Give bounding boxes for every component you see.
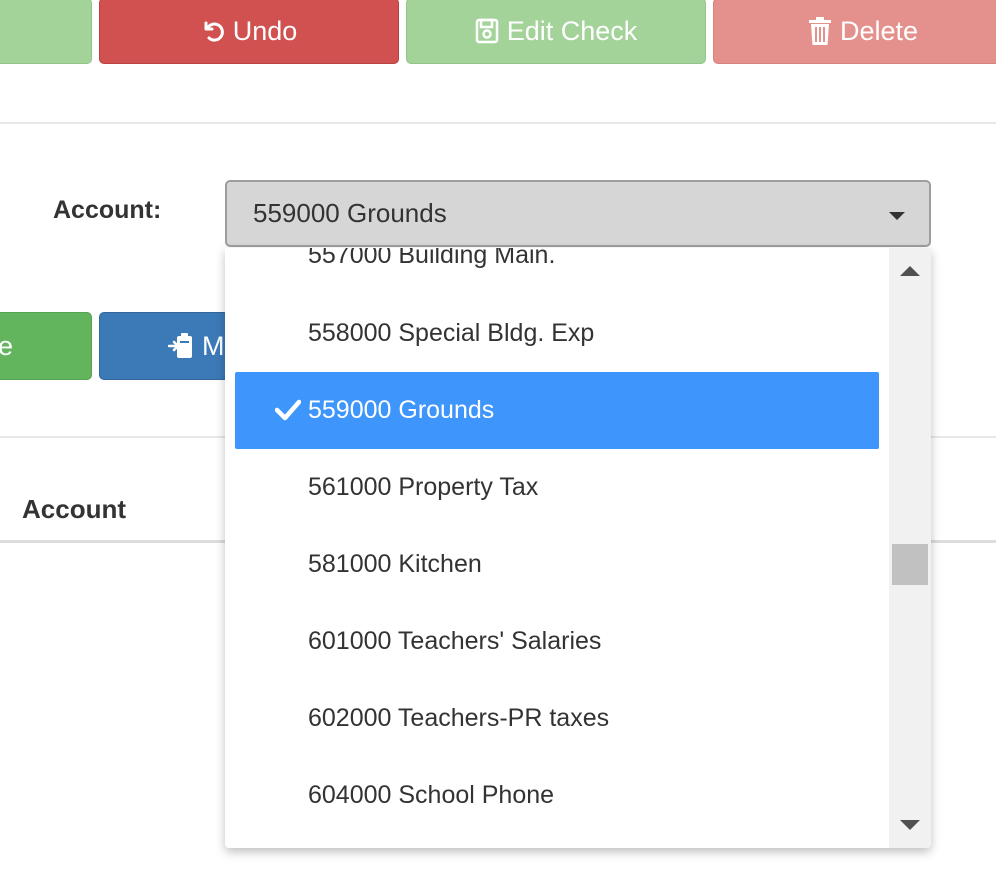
edit-check-button[interactable]: Edit Check bbox=[406, 0, 706, 64]
option-label: 558000 Special Bldg. Exp bbox=[308, 319, 595, 347]
divider bbox=[0, 122, 996, 124]
option-label: 561000 Property Tax bbox=[308, 473, 539, 501]
option-label: 601000 Teachers' Salaries bbox=[308, 627, 602, 655]
dropdown-option[interactable]: 561000 Property Tax bbox=[235, 449, 879, 526]
undo-label: Undo bbox=[232, 15, 298, 46]
caret-down-icon bbox=[889, 212, 905, 220]
account-select[interactable]: 559000 Grounds bbox=[225, 180, 931, 247]
save-icon bbox=[475, 18, 499, 44]
clipboard-icon bbox=[168, 332, 194, 360]
dropdown-option[interactable]: 604000 School Phone bbox=[235, 757, 879, 834]
option-label: 557000 Building Main. bbox=[308, 248, 556, 269]
option-label: 602000 Teachers-PR taxes bbox=[308, 704, 610, 732]
table-header-account: Account bbox=[22, 494, 126, 524]
dropdown-option[interactable]: 601000 Teachers' Salaries bbox=[235, 603, 879, 680]
scroll-thumb[interactable] bbox=[892, 544, 928, 585]
account-label: Account: bbox=[53, 196, 162, 224]
option-label: 604000 School Phone bbox=[308, 781, 555, 809]
delete-label: Delete bbox=[839, 15, 919, 46]
scroll-down-arrow-icon[interactable] bbox=[900, 820, 920, 830]
trash-icon bbox=[808, 16, 832, 46]
partial-green-button[interactable] bbox=[0, 0, 92, 64]
dropdown-scrollbar[interactable] bbox=[889, 248, 931, 848]
check-icon bbox=[274, 399, 302, 428]
partial-memo-label: M bbox=[202, 330, 225, 361]
delete-button[interactable]: Delete bbox=[713, 0, 996, 64]
option-label: 559000 Grounds bbox=[308, 396, 495, 424]
dropdown-option[interactable]: 602000 Teachers-PR taxes bbox=[235, 680, 879, 757]
page: Undo Edit Check Delete Account: 559000 G… bbox=[0, 0, 996, 872]
undo-button[interactable]: Undo bbox=[99, 0, 399, 64]
account-dropdown: 557000 Building Main. 558000 Special Bld… bbox=[225, 248, 931, 848]
scroll-up-arrow-icon[interactable] bbox=[900, 266, 920, 276]
dropdown-option[interactable]: 557000 Building Main. bbox=[235, 248, 879, 294]
undo-icon bbox=[201, 19, 225, 43]
dropdown-option[interactable]: 558000 Special Bldg. Exp bbox=[235, 295, 879, 372]
account-select-value: 559000 Grounds bbox=[253, 198, 447, 228]
partial-save-label: e bbox=[0, 330, 13, 361]
option-label: 581000 Kitchen bbox=[308, 550, 482, 578]
dropdown-option-selected[interactable]: 559000 Grounds bbox=[235, 372, 879, 449]
edit-check-label: Edit Check bbox=[506, 15, 638, 46]
partial-save-button[interactable]: e bbox=[0, 312, 92, 380]
dropdown-option[interactable]: 581000 Kitchen bbox=[235, 526, 879, 603]
